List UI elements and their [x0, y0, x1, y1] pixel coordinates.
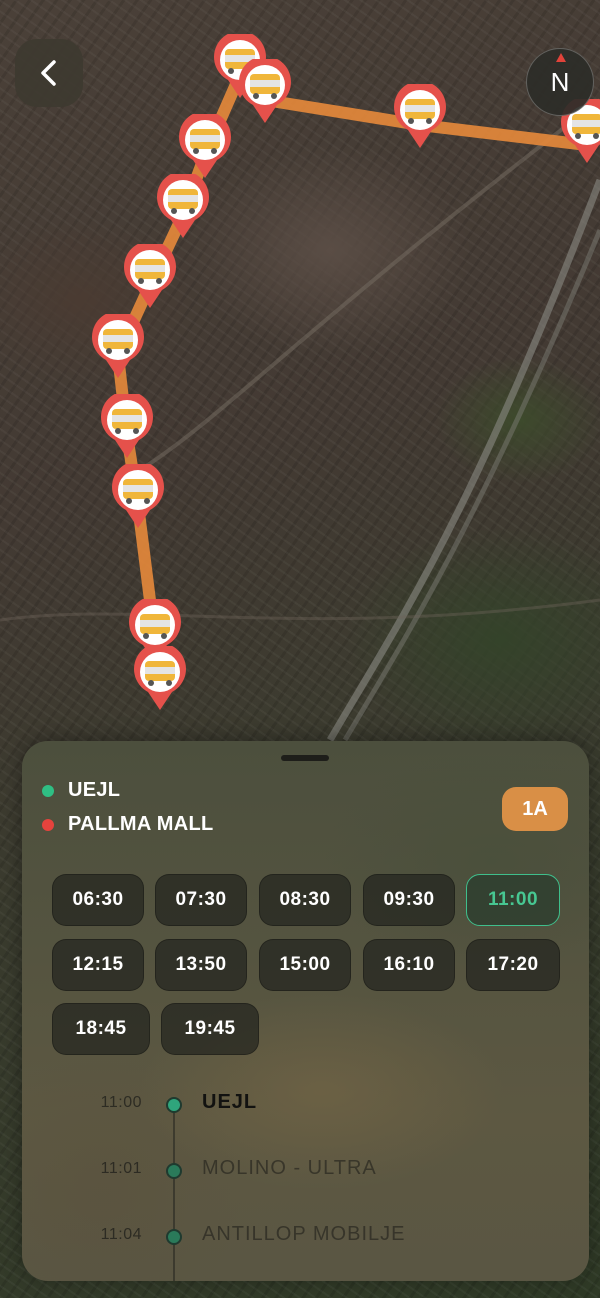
- back-button[interactable]: [15, 39, 83, 107]
- compass-button[interactable]: N: [526, 48, 594, 116]
- highway-road: [326, 178, 600, 742]
- chevron-left-icon: [41, 60, 56, 86]
- compass-label: N: [550, 66, 570, 97]
- departure-time-chip[interactable]: 17:20: [466, 939, 560, 991]
- destination-dot: [42, 818, 54, 831]
- bus-stop-pin[interactable]: [155, 174, 211, 240]
- timeline-stop-name[interactable]: ANTILLOP MOBILJE: [202, 1223, 405, 1246]
- bus-stop-pin[interactable]: [237, 59, 293, 125]
- departure-time-chip[interactable]: 07:30: [155, 874, 247, 926]
- timeline-time: 11:00: [100, 1094, 142, 1111]
- origin-stop: UEJL: [42, 779, 120, 802]
- bus-stop-pin[interactable]: [99, 394, 155, 460]
- destination-stop: PALLMA MALL: [42, 813, 214, 836]
- timeline-stop-dot: [166, 1097, 182, 1113]
- bus-stop-pin[interactable]: [392, 84, 448, 150]
- sheet-grabber[interactable]: [281, 755, 329, 761]
- origin-stop-name: UEJL: [68, 779, 121, 801]
- departure-time-chip[interactable]: 09:30: [363, 874, 455, 926]
- timeline-time: 11:04: [100, 1226, 142, 1243]
- departure-time-chip[interactable]: 19:45: [161, 1003, 259, 1055]
- departure-time-chip[interactable]: 15:00: [259, 939, 351, 991]
- timeline-track: [173, 1098, 175, 1281]
- departure-time-chip[interactable]: 08:30: [259, 874, 351, 926]
- departure-time-chip[interactable]: 18:45: [52, 1003, 150, 1055]
- destination-stop-name: PALLMA MALL: [68, 813, 214, 835]
- side-road-2: [0, 598, 600, 622]
- timeline-time: 11:01: [100, 1160, 142, 1177]
- departure-time-chip[interactable]: 06:30: [52, 874, 144, 926]
- bus-stop-pin[interactable]: [177, 114, 233, 180]
- route-number-badge: 1A: [502, 787, 568, 831]
- route-details-sheet: UEJL PALLMA MALL 1A 06:30 07:30 08:30 09:30…: [22, 741, 589, 1281]
- departure-time-chip[interactable]: 13:50: [155, 939, 247, 991]
- timeline-stop-name[interactable]: UEJL: [202, 1091, 257, 1114]
- bus-stop-pin[interactable]: [122, 244, 178, 310]
- departure-time-chip[interactable]: 11:00: [466, 874, 560, 926]
- timeline-stop-dot: [166, 1163, 182, 1179]
- timeline-stop-dot: [166, 1229, 182, 1245]
- departure-time-chip[interactable]: 16:10: [363, 939, 455, 991]
- timeline-stop-name[interactable]: MOLINO - ULTRA: [202, 1157, 377, 1180]
- bus-stop-pin[interactable]: [90, 314, 146, 380]
- bus-stop-pin[interactable]: [132, 646, 188, 712]
- departure-time-chip[interactable]: 12:15: [52, 939, 144, 991]
- compass-north-indicator: [556, 53, 566, 62]
- bus-stop-pin[interactable]: [110, 464, 166, 530]
- origin-dot: [42, 784, 54, 797]
